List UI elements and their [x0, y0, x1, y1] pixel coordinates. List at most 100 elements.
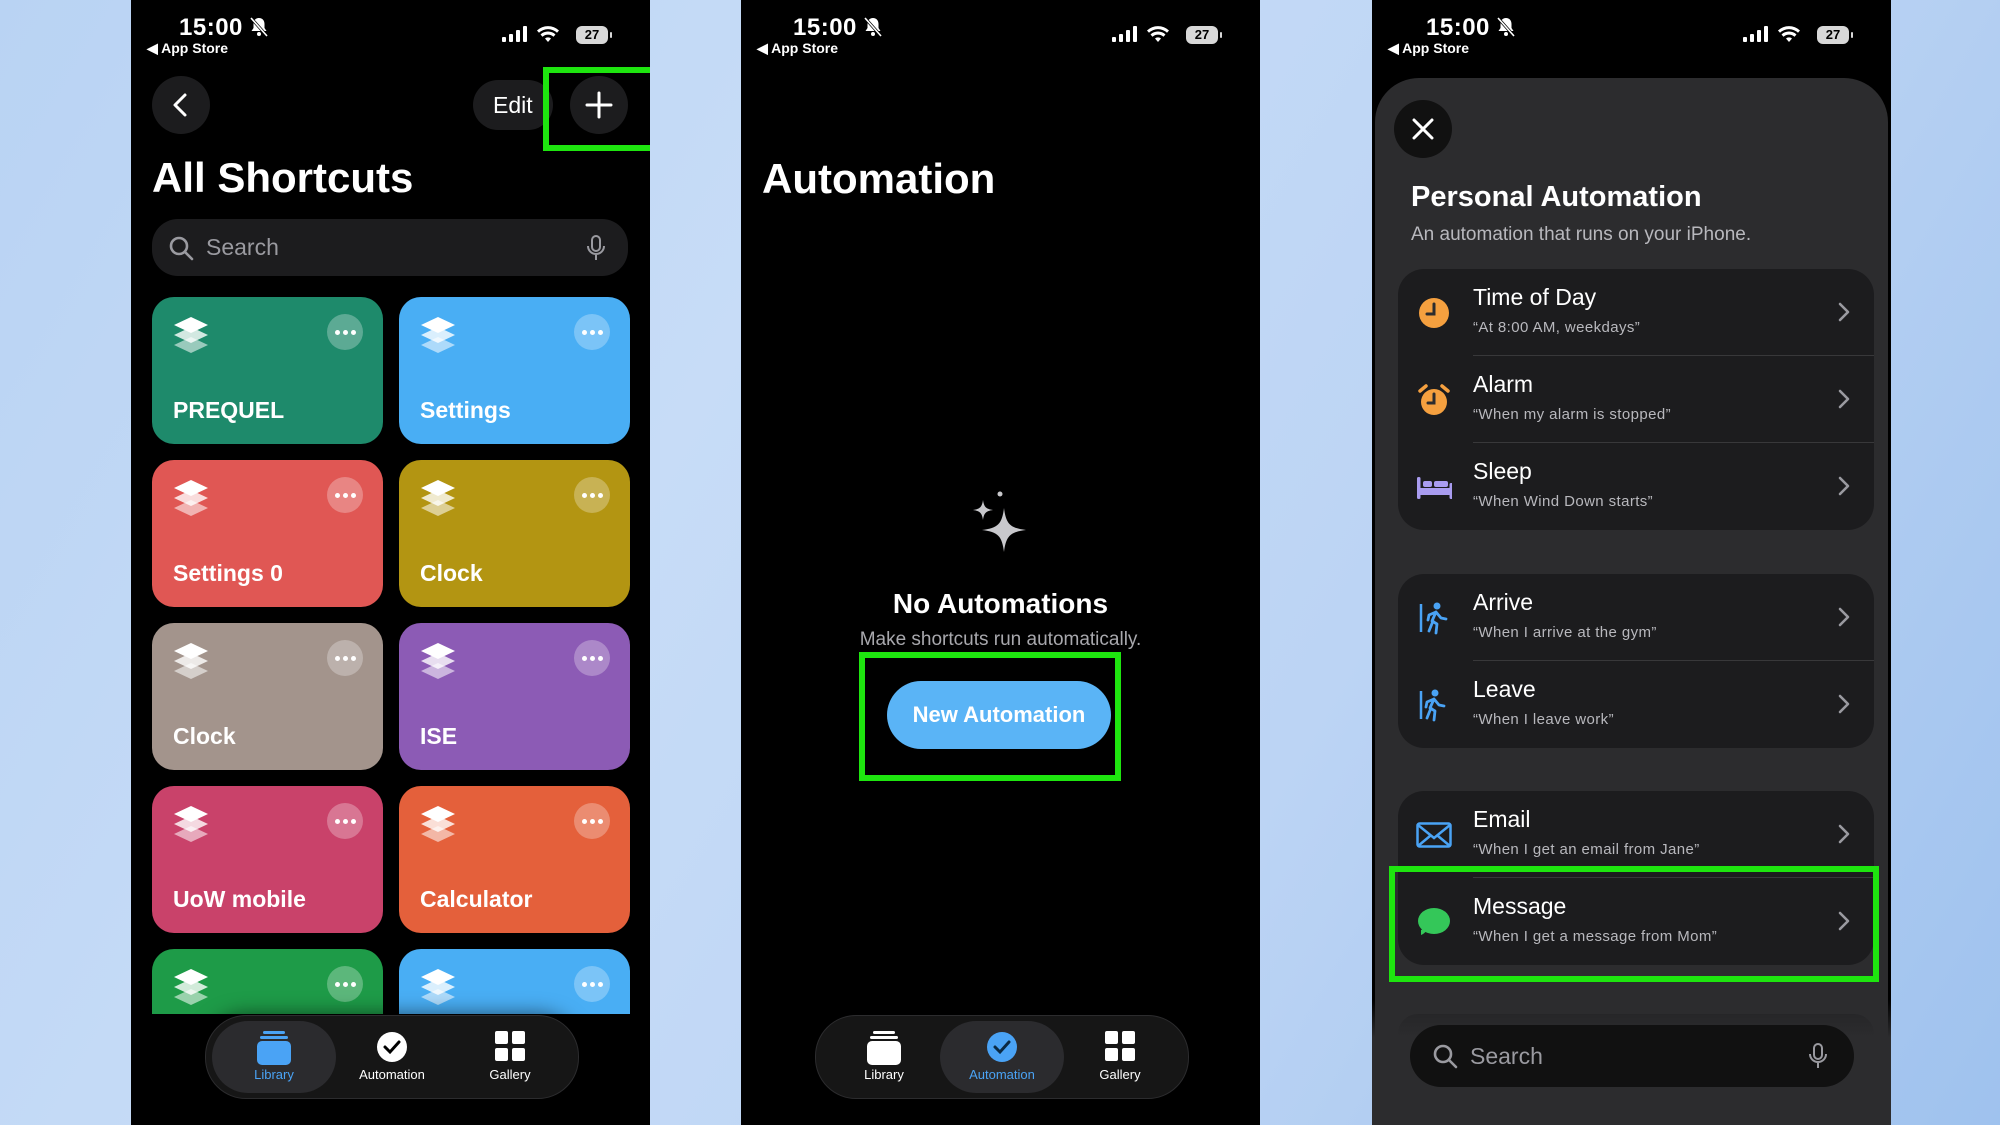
edit-button[interactable]: Edit: [473, 80, 553, 130]
shortcut-tile[interactable]: Clock: [152, 623, 383, 770]
tab-library[interactable]: Library: [212, 1021, 336, 1093]
row-title: Time of Day: [1473, 284, 1597, 310]
tab-library[interactable]: Library: [822, 1021, 946, 1093]
back-to-app-store[interactable]: ◀ App Store: [757, 40, 838, 57]
shortcut-tile[interactable]: Settings: [399, 297, 630, 444]
close-button[interactable]: [1394, 100, 1452, 158]
shortcut-name: UoW mobile: [173, 886, 306, 912]
search-bar[interactable]: Search: [152, 219, 628, 276]
automation-row-alarm[interactable]: Alarm “When my alarm is stopped”: [1398, 356, 1874, 443]
shortcut-tile[interactable]: Calculator: [399, 786, 630, 933]
tab-gallery[interactable]: Gallery: [1058, 1021, 1182, 1093]
tab-automation[interactable]: Automation: [330, 1021, 454, 1093]
search-icon: [1433, 1044, 1458, 1069]
more-options-icon[interactable]: [574, 314, 610, 350]
status-bar: 15:00 ◀ App Store 27: [1372, 0, 1891, 70]
battery-indicator: 27: [1817, 26, 1853, 44]
chevron-right-icon: [1838, 389, 1850, 414]
wifi-icon: [1147, 26, 1169, 42]
more-options-icon[interactable]: [327, 477, 363, 513]
automation-row-sleep[interactable]: Sleep “When Wind Down starts”: [1398, 443, 1874, 530]
more-options-icon[interactable]: [574, 966, 610, 1002]
automation-row-arrive[interactable]: Arrive “When I arrive at the gym”: [1398, 574, 1874, 661]
shortcut-tile[interactable]: Settings 0: [152, 460, 383, 607]
search-input[interactable]: Search: [206, 234, 586, 261]
empty-state-title: No Automations: [892, 588, 1109, 619]
shortcut-name: Settings 0: [173, 560, 283, 586]
tab-library-label: Library: [254, 1067, 294, 1082]
tab-automation[interactable]: Automation: [940, 1021, 1064, 1093]
gallery-tab-icon: [1105, 1031, 1135, 1061]
back-button[interactable]: [152, 76, 210, 134]
highlight-box-message: [1389, 866, 1879, 982]
microphone-icon[interactable]: [586, 234, 606, 262]
tab-bar: Library Automation Gallery: [815, 1015, 1189, 1099]
shortcut-stack-icon: [172, 641, 210, 686]
sheet-title: Personal Automation: [1411, 181, 1702, 213]
personal-automation-screen: 15:00 ◀ App Store 27 Personal Automation…: [1372, 0, 1891, 1125]
tab-automation-label: Automation: [359, 1067, 425, 1082]
shortcuts-grid: PREQUEL Settings Settings 0 Clock Clock ISE Uo…: [152, 297, 630, 1014]
automation-tab-icon: [987, 1032, 1017, 1062]
row-title: Alarm: [1473, 371, 1534, 397]
more-options-icon[interactable]: [574, 477, 610, 513]
shortcut-stack-icon: [172, 478, 210, 523]
more-options-icon[interactable]: [574, 640, 610, 676]
status-bar: 15:00 ◀ App Store 27: [131, 0, 650, 70]
more-options-icon[interactable]: [327, 803, 363, 839]
library-tab-icon: [257, 1031, 291, 1065]
more-options-icon[interactable]: [327, 640, 363, 676]
more-options-icon[interactable]: [327, 314, 363, 350]
time-triggers-group: Time of Day “At 8:00 AM, weekdays” Alarm “W…: [1398, 269, 1874, 530]
automation-row-leave[interactable]: Leave “When I leave work”: [1398, 661, 1874, 748]
tab-automation-label: Automation: [969, 1067, 1035, 1082]
status-time: 15:00: [1426, 14, 1490, 41]
chevron-right-icon: [1838, 694, 1850, 719]
shortcut-name: PREQUEL: [173, 397, 285, 423]
wifi-icon: [1778, 26, 1800, 42]
automation-tab-icon: [377, 1032, 407, 1062]
battery-indicator: 27: [1186, 26, 1222, 44]
tab-library-label: Library: [864, 1067, 904, 1082]
shortcut-tile[interactable]: [152, 949, 383, 1014]
search-bar[interactable]: Search: [1410, 1025, 1854, 1087]
chevron-left-icon: [173, 93, 187, 117]
automation-screen: 15:00 ◀ App Store 27 Automation No Autom…: [741, 0, 1260, 1125]
row-title: Arrive: [1473, 589, 1534, 615]
alarm-icon: [1416, 382, 1452, 418]
status-time: 15:00: [793, 14, 857, 41]
shortcut-tile[interactable]: Clock: [399, 460, 630, 607]
shortcut-tile[interactable]: PREQUEL: [152, 297, 383, 444]
walk-leave-icon: [1416, 687, 1452, 723]
more-options-icon[interactable]: [574, 803, 610, 839]
silent-bell-icon: [863, 17, 883, 37]
shortcut-stack-icon: [172, 967, 210, 1012]
search-icon: [169, 236, 194, 260]
envelope-icon: [1416, 817, 1452, 853]
shortcut-name: ISE: [420, 723, 458, 749]
back-to-app-store[interactable]: ◀ App Store: [1388, 40, 1469, 57]
chevron-right-icon: [1838, 302, 1850, 327]
search-input[interactable]: Search: [1470, 1043, 1808, 1070]
more-options-icon[interactable]: [327, 966, 363, 1002]
row-subtitle: “When Wind Down starts”: [1473, 493, 1654, 510]
status-time: 15:00: [179, 14, 243, 41]
shortcut-tile[interactable]: UoW mobile: [152, 786, 383, 933]
shortcut-tile[interactable]: [399, 949, 630, 1014]
microphone-icon[interactable]: [1808, 1042, 1828, 1070]
shortcut-tile[interactable]: ISE: [399, 623, 630, 770]
chevron-right-icon: [1838, 607, 1850, 632]
shortcut-name: Clock: [420, 560, 483, 586]
row-subtitle: “When my alarm is stopped”: [1473, 406, 1671, 423]
shortcut-stack-icon: [419, 641, 457, 686]
page-title: All Shortcuts: [152, 154, 414, 201]
sheet-subtitle: An automation that runs on your iPhone.: [1411, 224, 1752, 245]
tab-gallery[interactable]: Gallery: [448, 1021, 572, 1093]
row-subtitle: “When I leave work”: [1473, 711, 1614, 728]
automation-row-email[interactable]: Email “When I get an email from Jane”: [1398, 791, 1874, 878]
chevron-right-icon: [1838, 476, 1850, 501]
tab-gallery-label: Gallery: [489, 1067, 531, 1082]
clock-icon: [1416, 295, 1452, 331]
back-to-app-store[interactable]: ◀ App Store: [147, 40, 228, 57]
automation-row-time-of-day[interactable]: Time of Day “At 8:00 AM, weekdays”: [1398, 269, 1874, 356]
